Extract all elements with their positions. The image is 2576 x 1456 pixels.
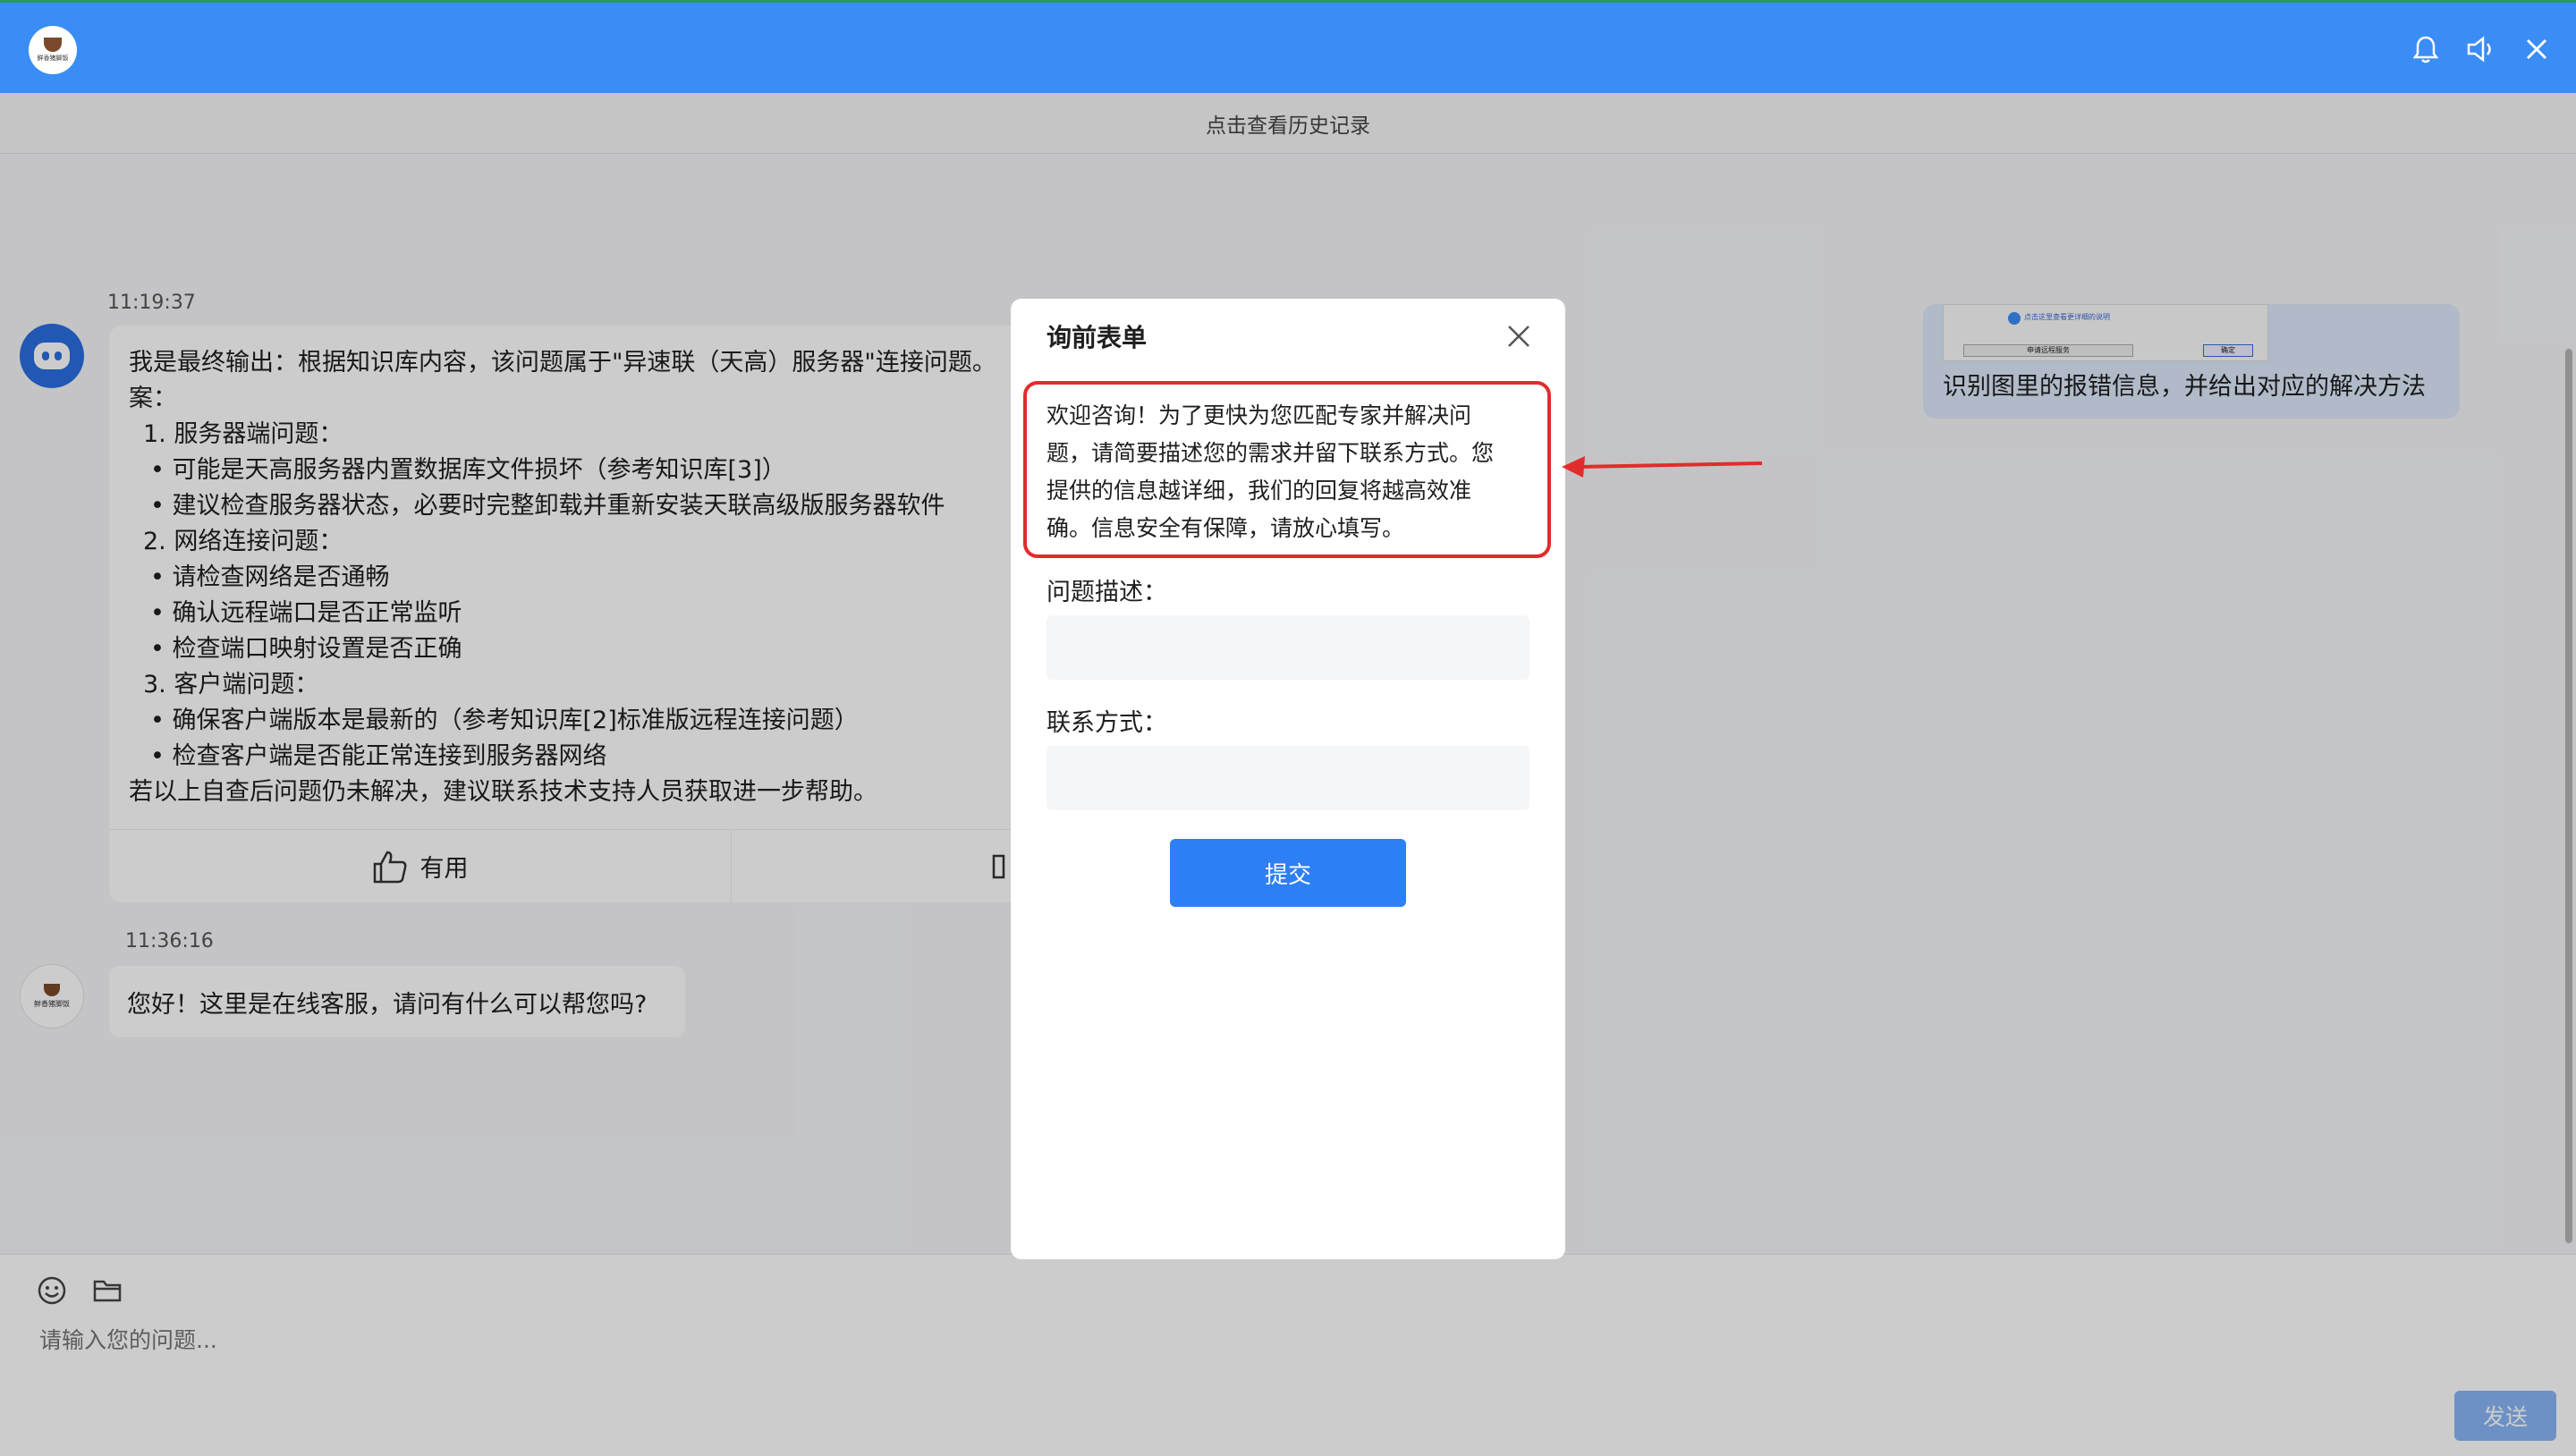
notice-line: 欢迎咨询！为了更快为您匹配专家并解决问: [1046, 402, 1472, 428]
logo-text: 鲜香猪脚饭: [37, 55, 69, 62]
modal-title: 询前表单: [1046, 323, 1148, 352]
bell-icon[interactable]: [2408, 30, 2444, 69]
brand-logo: 鲜香猪脚饭: [29, 26, 77, 74]
notice-line: 确。信息安全有保障，请放心填写。: [1046, 515, 1405, 541]
submit-button[interactable]: 提交: [1170, 839, 1406, 907]
app-header: 鲜香猪脚饭: [0, 0, 2576, 93]
close-icon[interactable]: [2519, 30, 2555, 69]
notice-line: 提供的信息越详细，我们的回复将越高效准: [1046, 478, 1472, 504]
form-notice: 欢迎咨询！为了更快为您匹配专家并解决问 题，请简要描述您的需求并留下联系方式。您…: [1023, 381, 1551, 558]
contact-label: 联系方式：: [1046, 709, 1167, 737]
problem-description-label: 问题描述：: [1046, 579, 1167, 606]
annotation-arrow-icon: [1562, 456, 1762, 478]
speaker-icon[interactable]: [2463, 30, 2499, 69]
problem-description-input[interactable]: [1046, 615, 1530, 680]
contact-input[interactable]: [1046, 746, 1530, 810]
modal-close-icon[interactable]: [1504, 322, 1533, 351]
pre-consult-form-dialog: 询前表单 欢迎咨询！为了更快为您匹配专家并解决问 题，请简要描述您的需求并留下联…: [1011, 299, 1565, 1259]
notice-line: 题，请简要描述您的需求并留下联系方式。您: [1046, 440, 1495, 466]
